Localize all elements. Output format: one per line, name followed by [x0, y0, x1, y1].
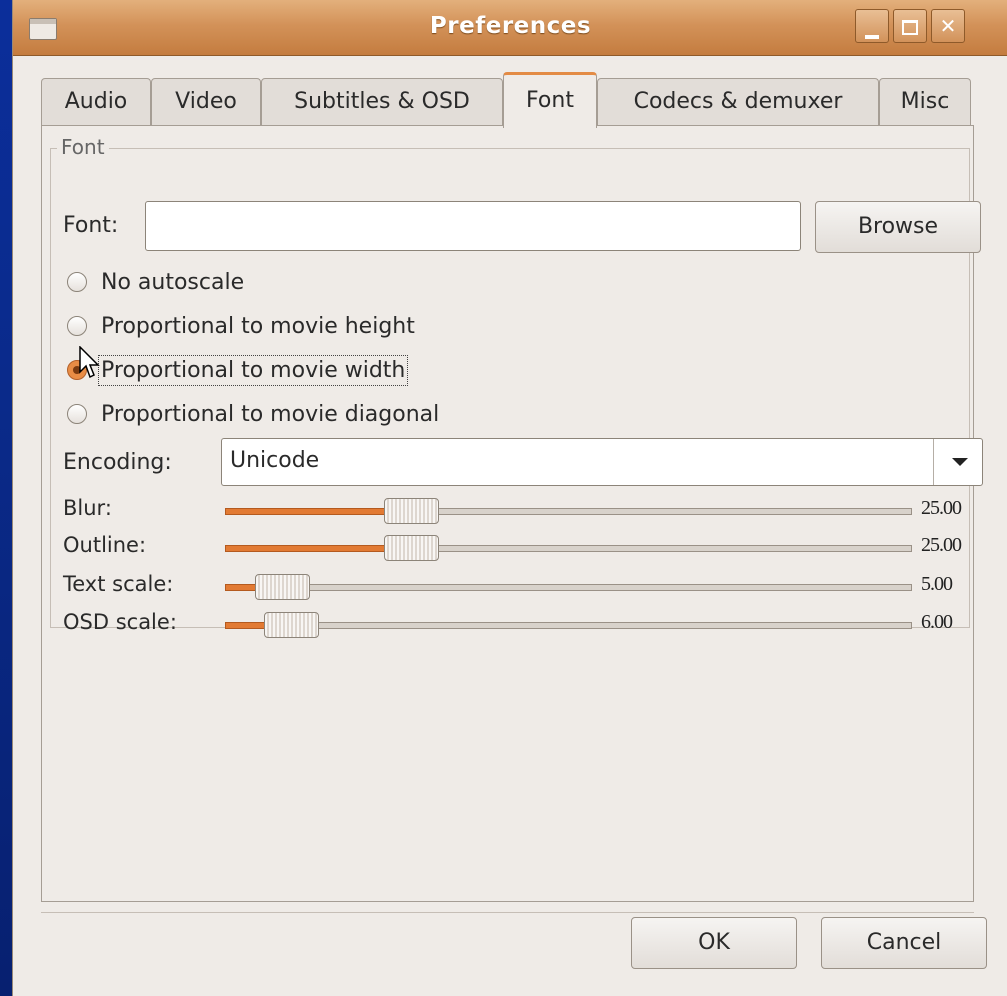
slider-fill — [225, 508, 397, 515]
maximize-button[interactable] — [893, 9, 927, 43]
slider-handle[interactable] — [384, 498, 439, 524]
text-scale-label: Text scale: — [63, 572, 174, 596]
tab-misc[interactable]: Misc — [879, 78, 971, 126]
tab-audio[interactable]: Audio — [41, 78, 151, 126]
radio-indicator — [67, 272, 87, 292]
blur-value: 25.00 — [921, 497, 962, 519]
radio-indicator-selected — [67, 360, 87, 380]
radio-proportional-diagonal[interactable]: Proportional to movie diagonal — [67, 399, 439, 429]
tab-video[interactable]: Video — [151, 78, 261, 126]
encoding-dropdown[interactable]: Unicode — [221, 438, 983, 486]
encoding-label: Encoding: — [63, 450, 172, 475]
tab-content-panel: Font Font: Browse No autoscale Proportio… — [41, 125, 983, 902]
outline-label: Outline: — [63, 533, 147, 557]
font-frame-label: Font — [57, 135, 109, 159]
radio-proportional-width[interactable]: Proportional to movie width — [67, 354, 409, 386]
font-label: Font: — [63, 213, 119, 238]
blur-slider[interactable] — [225, 498, 912, 526]
radio-indicator — [67, 404, 87, 424]
outline-slider[interactable] — [225, 535, 912, 563]
radio-proportional-height[interactable]: Proportional to movie height — [67, 311, 415, 341]
radio-label: Proportional to movie height — [101, 313, 415, 339]
ok-button[interactable]: OK — [631, 917, 797, 969]
minimize-icon — [865, 35, 879, 39]
slider-trough — [225, 584, 912, 591]
close-icon: ✕ — [939, 14, 957, 38]
radio-indicator — [67, 316, 87, 336]
outline-value: 25.00 — [921, 534, 962, 556]
font-field[interactable] — [145, 201, 801, 251]
slider-handle[interactable] — [264, 612, 319, 638]
tab-font[interactable]: Font — [503, 72, 597, 128]
slider-trough — [225, 622, 912, 629]
text-scale-value: 5.00 — [921, 573, 953, 595]
slider-handle[interactable] — [255, 574, 310, 600]
preferences-window: Preferences ✕ Audio Video Subtitles & OS… — [12, 0, 1007, 996]
text-scale-slider[interactable] — [225, 574, 912, 602]
font-frame: Font Font: Browse No autoscale Proportio… — [50, 135, 983, 638]
button-row-separator — [41, 912, 974, 913]
radio-no-autoscale[interactable]: No autoscale — [67, 267, 244, 297]
slider-handle[interactable] — [384, 535, 439, 561]
cancel-button[interactable]: Cancel — [821, 917, 987, 969]
encoding-value: Unicode — [230, 448, 320, 473]
chevron-down-icon — [952, 458, 968, 466]
dropdown-separator — [933, 439, 934, 485]
tab-codecs-demuxer[interactable]: Codecs & demuxer — [597, 78, 879, 126]
osd-scale-label: OSD scale: — [63, 610, 177, 634]
slider-fill — [225, 545, 397, 552]
maximize-icon — [902, 20, 918, 35]
osd-scale-value: 6.00 — [921, 611, 953, 633]
blur-label: Blur: — [63, 496, 112, 520]
titlebar[interactable]: Preferences ✕ — [13, 0, 1007, 56]
radio-label: Proportional to movie diagonal — [101, 401, 440, 427]
minimize-button[interactable] — [855, 9, 889, 43]
osd-scale-slider[interactable] — [225, 612, 912, 640]
close-button[interactable]: ✕ — [931, 9, 965, 43]
radio-label: No autoscale — [101, 269, 245, 295]
browse-button[interactable]: Browse — [815, 201, 981, 253]
tab-subtitles-osd[interactable]: Subtitles & OSD — [261, 78, 503, 126]
radio-label: Proportional to movie width — [97, 354, 409, 386]
